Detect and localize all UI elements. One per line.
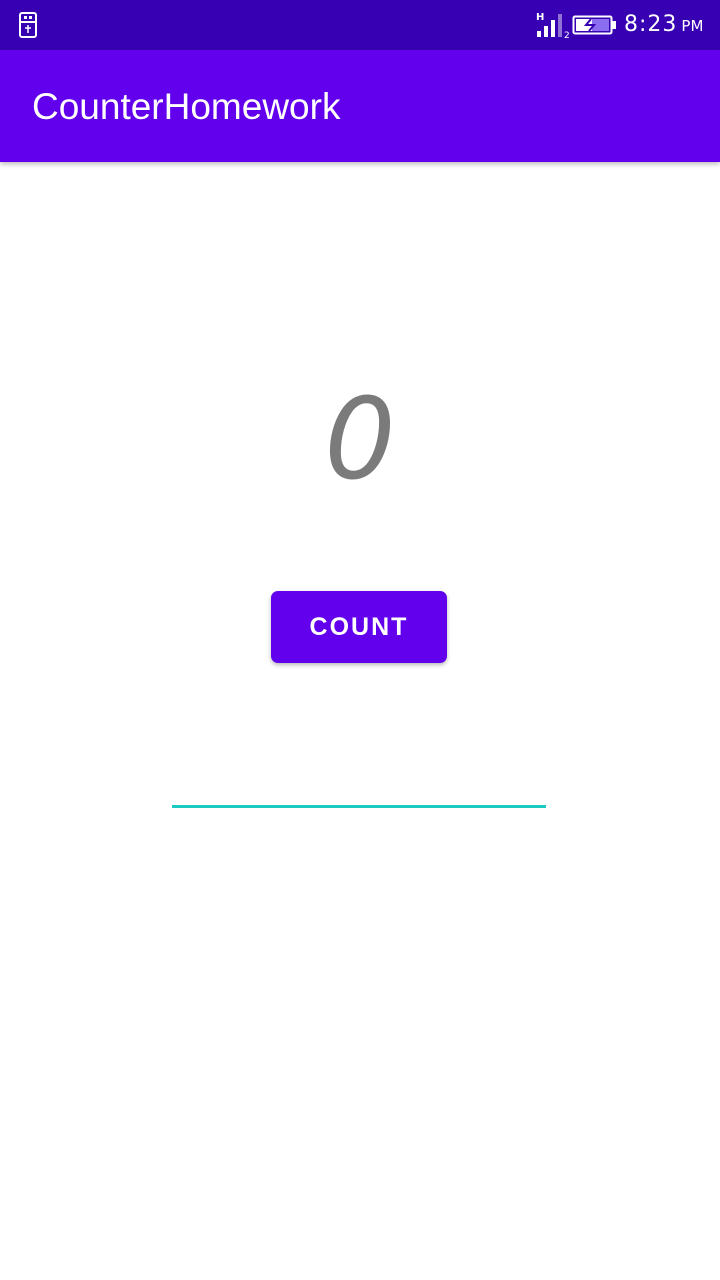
app-title: CounterHomework (32, 86, 341, 127)
count-button[interactable]: COUNT (271, 591, 447, 663)
text-input[interactable] (172, 760, 546, 808)
svg-text:2: 2 (564, 31, 570, 39)
status-bar: H 2 8:23 PM (0, 0, 720, 50)
svg-text:H: H (536, 12, 544, 23)
count-display: 0 (324, 375, 396, 505)
usb-icon (16, 12, 40, 38)
status-clock: 8:23 PM (624, 11, 703, 39)
app-bar: CounterHomework (0, 50, 720, 162)
signal-icon: H 2 (534, 11, 572, 41)
battery-icon (572, 13, 618, 37)
status-ampm: PM (681, 17, 704, 35)
status-time: 8:23 (624, 12, 678, 37)
